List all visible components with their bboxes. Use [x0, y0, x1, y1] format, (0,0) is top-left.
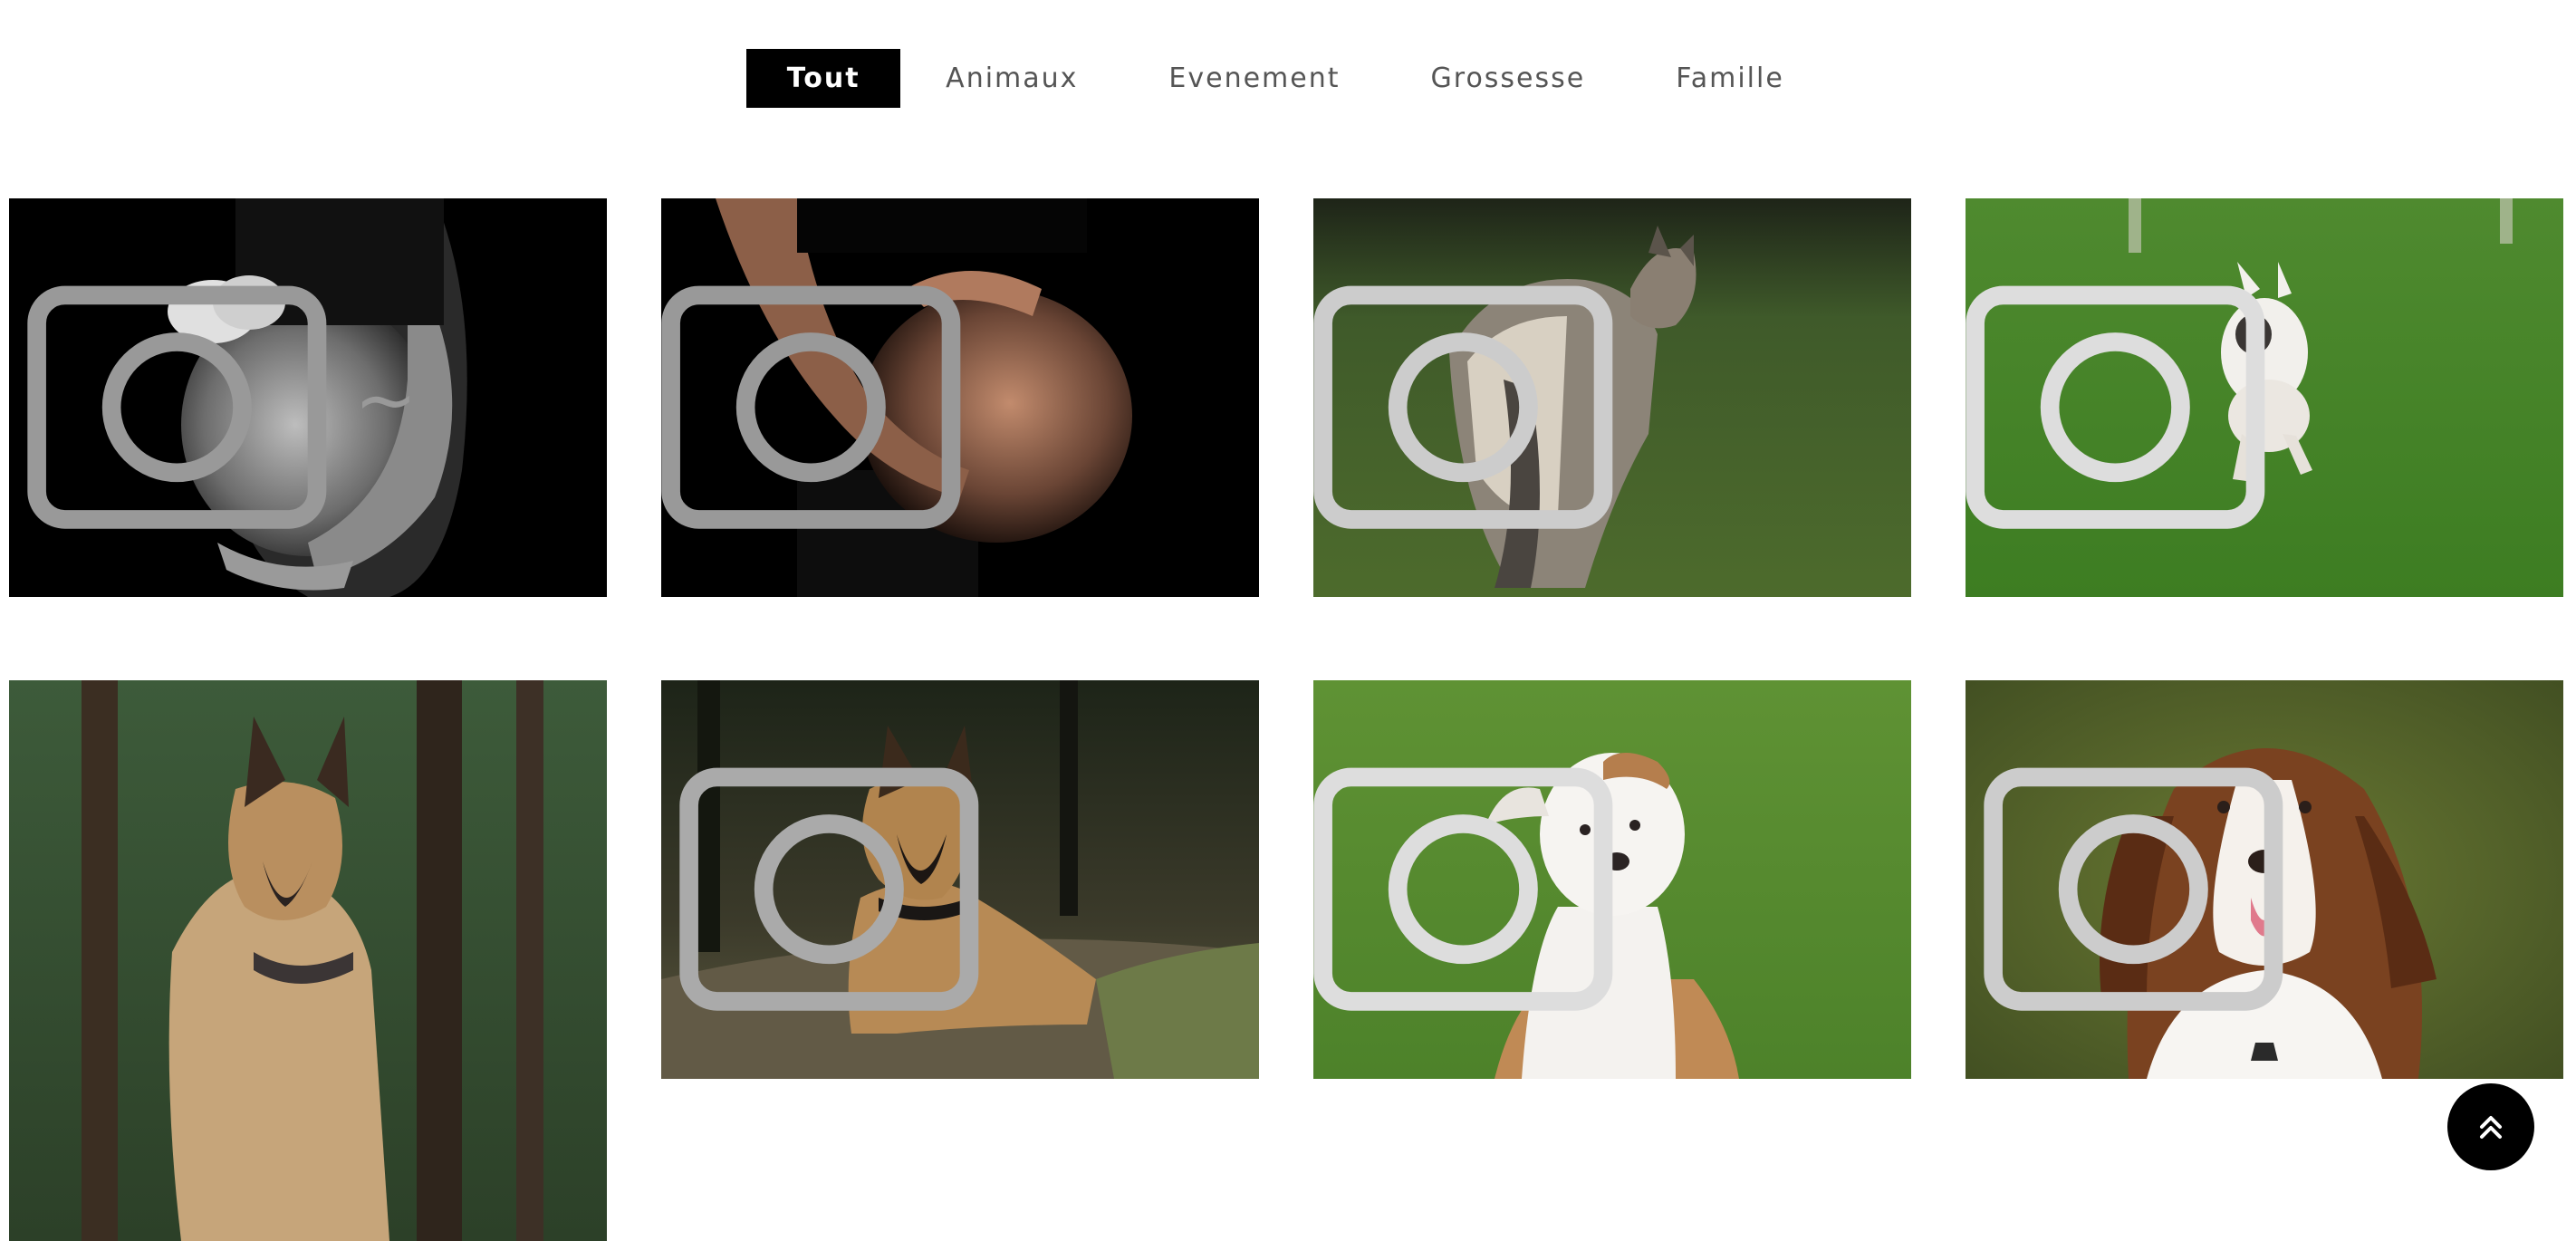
category-filter-bar: Tout Animaux Evenement Grossesse Famille [0, 49, 2576, 108]
scroll-to-top-button[interactable] [2447, 1083, 2534, 1170]
double-chevron-up-icon [2480, 1116, 2502, 1139]
camera-logo-icon [1966, 285, 2265, 529]
gallery-photo-pregnancy-color[interactable] [661, 198, 1259, 597]
camera-logo-icon [1984, 767, 2283, 1011]
svg-text:~: ~ [354, 357, 417, 444]
filter-animaux-button[interactable]: Animaux [946, 49, 1078, 108]
filter-grossesse-button[interactable]: Grossesse [1431, 49, 1586, 108]
filter-famille-button[interactable]: Famille [1676, 49, 1784, 108]
gallery-photo-staffordshire[interactable] [1313, 680, 1911, 1079]
gallery-photo-bull-terrier[interactable] [1966, 198, 2563, 597]
camera-logo-icon [1313, 285, 1613, 529]
gallery-photo-wolfdog[interactable] [1313, 198, 1911, 597]
filter-tout-button[interactable]: Tout [746, 49, 901, 108]
gallery-photo-malinois[interactable] [661, 680, 1259, 1079]
camera-logo-icon [1313, 767, 1613, 1011]
camera-logo-icon [661, 285, 961, 529]
camera-logo-icon [679, 767, 979, 1011]
gallery-page: Tout Animaux Evenement Grossesse Famille [0, 0, 2576, 1241]
gallery-photo-australian-shepherd[interactable] [1966, 680, 2563, 1079]
camera-logo-icon: ~ [27, 285, 417, 529]
gallery-photo-german-shepherd[interactable] [9, 680, 607, 1241]
filter-evenement-button[interactable]: Evenement [1168, 49, 1340, 108]
gallery-photo-pregnancy-bw[interactable]: ~ [9, 198, 607, 597]
